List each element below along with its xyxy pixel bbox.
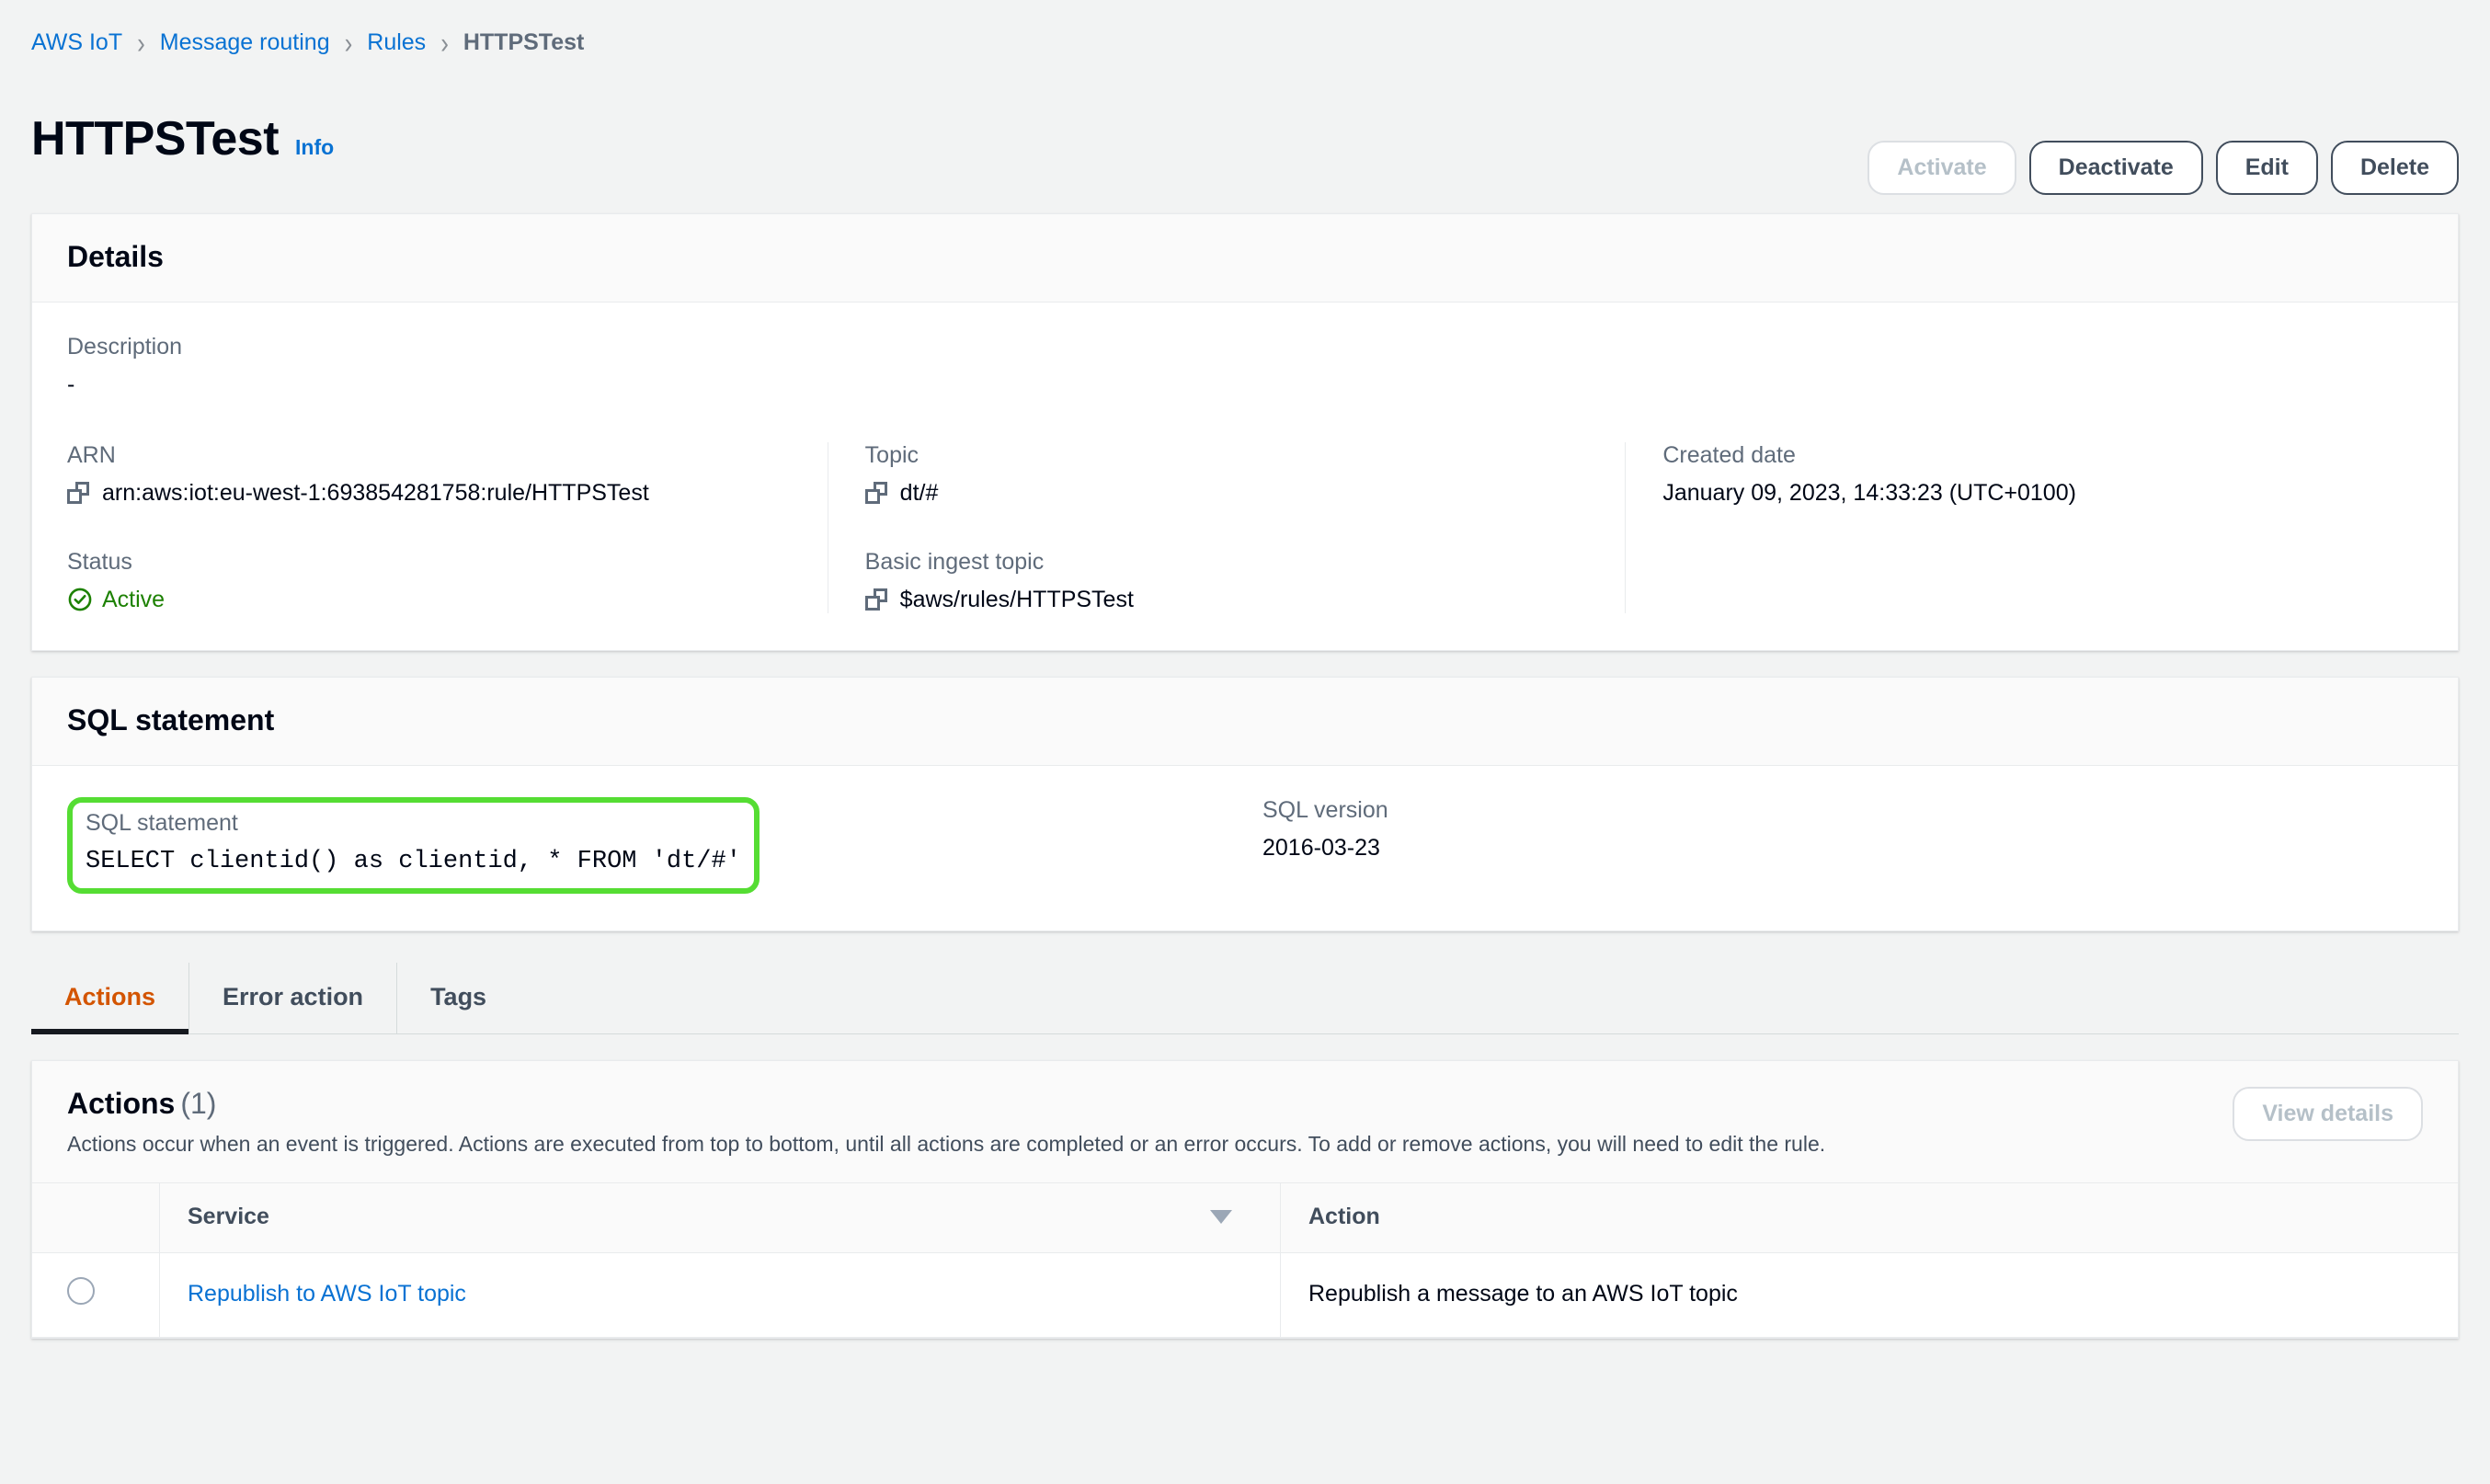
- row-select-cell: [32, 1252, 160, 1338]
- details-column-middle: Topic dt/# Basic ingest topic $aws/rules…: [827, 441, 1626, 613]
- basic-ingest-topic-label: Basic ingest topic: [864, 548, 1045, 575]
- sql-card-body: SQL statement SELECT clientid() as clien…: [32, 765, 2458, 930]
- details-card-body: Description - ARN arn:aws:iot:eu-west-1:…: [32, 302, 2458, 650]
- basic-ingest-topic-value-row: $aws/rules/HTTPSTest: [864, 586, 1598, 613]
- sql-statement-card: SQL statement SQL statement SELECT clien…: [31, 676, 2459, 931]
- sql-columns: SQL statement SELECT clientid() as clien…: [67, 796, 2423, 894]
- sql-version-field: SQL version 2016-03-23: [1262, 797, 1388, 862]
- tab-error-action[interactable]: Error action: [188, 962, 396, 1033]
- breadcrumb-separator-icon: ›: [344, 25, 353, 60]
- basic-ingest-topic-value: $aws/rules/HTTPSTest: [899, 586, 1134, 612]
- tab-actions[interactable]: Actions: [31, 963, 189, 1034]
- tab-bar: Actions Error action Tags: [31, 957, 2459, 1034]
- details-card-title: Details: [67, 239, 164, 273]
- breadcrumb-separator-icon: ›: [137, 25, 145, 60]
- sql-card-header: SQL statement: [32, 677, 2458, 766]
- info-link[interactable]: Info: [295, 135, 334, 160]
- topic-field: Topic dt/#: [864, 441, 1598, 507]
- actions-title: Actions (1): [67, 1087, 1825, 1121]
- status-label: Status: [67, 548, 132, 575]
- row-radio-button[interactable]: [67, 1276, 95, 1305]
- copy-icon[interactable]: [864, 588, 887, 611]
- sql-version-label: SQL version: [1262, 796, 1388, 823]
- copy-icon[interactable]: [864, 482, 887, 505]
- actions-count: (1): [180, 1086, 217, 1120]
- actions-table-head: Service Action: [32, 1182, 2458, 1253]
- arn-value: arn:aws:iot:eu-west-1:693854281758:rule/…: [102, 479, 649, 506]
- service-link[interactable]: Republish to AWS IoT topic: [188, 1281, 466, 1307]
- actions-description: Actions occur when an event is triggered…: [67, 1131, 1826, 1156]
- breadcrumb: AWS IoT › Message routing › Rules › HTTP…: [0, 0, 2490, 63]
- action-column-label: Action: [1308, 1203, 1380, 1229]
- actions-table-body: Republish to AWS IoT topic Republish a m…: [32, 1252, 2458, 1338]
- created-date-label: Created date: [1662, 441, 1796, 468]
- details-card-header: Details: [32, 213, 2458, 303]
- sql-card-title: SQL statement: [67, 702, 275, 736]
- description-value: -: [67, 371, 75, 397]
- copy-icon[interactable]: [67, 482, 89, 505]
- breadcrumb-item-current: HTTPSTest: [463, 29, 585, 55]
- deactivate-button[interactable]: Deactivate: [2028, 140, 2203, 195]
- details-card: Details Description - ARN arn:aws:iot:eu…: [31, 212, 2459, 651]
- sql-statement-highlight: SQL statement SELECT clientid() as clien…: [67, 796, 760, 894]
- actions-table-card: Actions (1) Actions occur when an event i…: [31, 1059, 2459, 1339]
- created-date-value: January 09, 2023, 14:33:23 (UTC+0100): [1662, 479, 2076, 506]
- arn-value-row: arn:aws:iot:eu-west-1:693854281758:rule/…: [67, 480, 800, 507]
- activate-button[interactable]: Activate: [1868, 140, 2016, 195]
- sort-descending-icon[interactable]: [1210, 1209, 1232, 1224]
- actions-table-header: Actions (1) Actions occur when an event i…: [32, 1060, 2458, 1183]
- row-service-cell: Republish to AWS IoT topic: [159, 1252, 1281, 1338]
- page-header: HTTPSTest Info Activate Deactivate Edit …: [0, 63, 2490, 213]
- sql-statement-field: SQL statement SELECT clientid() as clien…: [67, 796, 1262, 894]
- description-label: Description: [67, 333, 183, 360]
- table-header-row: Service Action: [32, 1182, 2458, 1253]
- check-circle-icon: [68, 588, 92, 611]
- created-date-field: Created date January 09, 2023, 14:33:23 …: [1662, 442, 2395, 507]
- details-column-right: Created date January 09, 2023, 14:33:23 …: [1625, 441, 2423, 613]
- row-action-cell: Republish a message to an AWS IoT topic: [1280, 1252, 2458, 1338]
- status-badge: Active: [67, 587, 800, 613]
- page-title-group: HTTPSTest Info: [31, 83, 334, 195]
- actions-title-text: Actions: [67, 1086, 176, 1120]
- sql-statement-value: SELECT clientid() as clientid, * FROM 'd…: [86, 847, 741, 875]
- arn-field: ARN arn:aws:iot:eu-west-1:693854281758:r…: [67, 442, 800, 507]
- breadcrumb-item-rules[interactable]: Rules: [367, 29, 426, 56]
- breadcrumb-item-aws-iot[interactable]: AWS IoT: [31, 29, 122, 56]
- service-column-header[interactable]: Service: [159, 1182, 1281, 1253]
- details-column-left: ARN arn:aws:iot:eu-west-1:693854281758:r…: [67, 442, 828, 613]
- action-column-header: Action: [1280, 1182, 2458, 1253]
- sql-statement-label: SQL statement: [86, 809, 238, 836]
- description-field: Description -: [67, 334, 2423, 398]
- tab-tags[interactable]: Tags: [396, 962, 520, 1033]
- actions-table-header-text: Actions (1) Actions occur when an event i…: [67, 1087, 1825, 1159]
- delete-button[interactable]: Delete: [2330, 140, 2459, 195]
- actions-table: Service Action Republish to AWS IoT topi…: [32, 1182, 2458, 1338]
- topic-value-row: dt/#: [864, 479, 1598, 507]
- page-title: HTTPSTest: [31, 111, 280, 166]
- table-row[interactable]: Republish to AWS IoT topic Republish a m…: [32, 1252, 2458, 1338]
- select-column-header: [32, 1182, 160, 1253]
- status-value: Active: [102, 586, 166, 612]
- sql-version-value: 2016-03-23: [1262, 834, 1380, 861]
- view-details-button[interactable]: View details: [2233, 1086, 2423, 1141]
- status-field: Status Active: [67, 549, 800, 613]
- edit-button[interactable]: Edit: [2215, 140, 2318, 195]
- breadcrumb-item-message-routing[interactable]: Message routing: [160, 29, 330, 56]
- page-actions-toolbar: Activate Deactivate Edit Delete: [1868, 140, 2459, 195]
- topic-value: dt/#: [899, 479, 939, 506]
- breadcrumb-separator-icon: ›: [440, 25, 449, 60]
- details-columns: ARN arn:aws:iot:eu-west-1:693854281758:r…: [67, 441, 2423, 613]
- topic-label: Topic: [864, 441, 919, 468]
- basic-ingest-topic-field: Basic ingest topic $aws/rules/HTTPSTest: [864, 548, 1598, 613]
- service-column-label: Service: [188, 1203, 269, 1229]
- arn-label: ARN: [67, 441, 116, 468]
